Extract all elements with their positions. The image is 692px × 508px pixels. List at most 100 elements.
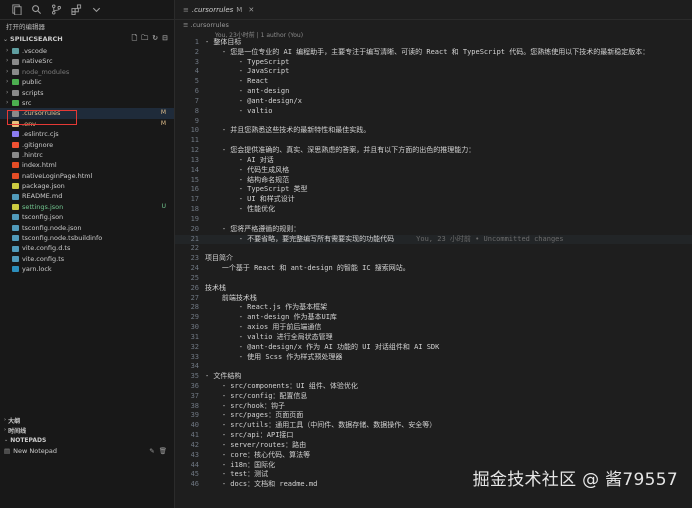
code-line[interactable]: 14 - 代码生成风格 (175, 166, 692, 176)
line-number: 24 (190, 264, 199, 273)
line-number: 5 (194, 77, 199, 86)
code-line[interactable]: 31 - valtio 进行全局状态管理 (175, 333, 692, 343)
new-folder-icon[interactable]: 🗀 (141, 34, 148, 45)
code-line[interactable]: 16 - TypeScript 类型 (175, 185, 692, 195)
code-line[interactable]: 19 (175, 215, 692, 225)
code-text: - 文件结构 (205, 372, 242, 381)
tree-item[interactable]: .hintrc (0, 150, 174, 160)
chevron-right-icon: › (4, 417, 7, 423)
code-text: - 整体目标 (205, 38, 242, 46)
code-line[interactable]: 41 - src/api：API接口 (175, 431, 692, 441)
code-text: - src/pages：页面页面 (205, 411, 304, 420)
code-line[interactable]: 23 项目简介 (175, 254, 692, 264)
code-line[interactable]: 21 - 不要省略，要完整编写所有需要实现的功能代码 You, 23 小时前 • … (175, 234, 692, 245)
tree-item[interactable]: › .vscode (0, 46, 174, 56)
code-line[interactable]: 29 - ant-design 作为基本UI库 (175, 313, 692, 323)
search-icon[interactable] (30, 4, 42, 16)
tree-item[interactable]: README.md (0, 191, 174, 201)
code-line[interactable]: 13 - AI 对话 (175, 156, 692, 166)
source-control-icon[interactable] (50, 4, 62, 16)
line-number: 25 (190, 273, 199, 282)
code-line[interactable]: 6 - ant-design (175, 87, 692, 97)
code-line[interactable]: 24 一个基于 React 和 ant-design 的智能 IC 搜索网站。 (175, 264, 692, 274)
code-line[interactable]: 22 (175, 244, 692, 254)
git-status-badge: U (161, 202, 166, 210)
code-line[interactable]: 36 - src/components：UI 组件、体验优化 (175, 382, 692, 392)
code-line[interactable]: 26 技术栈 (175, 284, 692, 294)
code-line[interactable]: 28 - React.js 作为基本框架 (175, 303, 692, 313)
tree-item[interactable]: package.json (0, 181, 174, 191)
tree-item[interactable]: vite.config.ts (0, 254, 174, 264)
code-line[interactable]: 9 (175, 117, 692, 127)
code-line[interactable]: 1 - 整体目标 (175, 38, 692, 48)
code-line[interactable]: 30 - axios 用于前后端通信 (175, 323, 692, 333)
collapse-all-icon[interactable]: ⊟ (162, 34, 168, 45)
tree-item[interactable]: tsconfig.json (0, 212, 174, 222)
code-line[interactable]: 8 - valtio (175, 107, 692, 117)
code-line[interactable]: 38 - src/hook：钩子 (175, 402, 692, 412)
tree-item[interactable]: › node_modules (0, 67, 174, 77)
code-line[interactable]: 3 - TypeScript (175, 58, 692, 68)
code-line[interactable]: 18 - 性能优化 (175, 205, 692, 215)
tree-item[interactable]: .gitignore (0, 140, 174, 150)
tree-item[interactable]: settings.json U (0, 202, 174, 212)
code-line[interactable]: 20 - 您将严格遵循的规则： (175, 225, 692, 235)
code-line[interactable]: 15 - 结构命名规范 (175, 176, 692, 186)
code-line[interactable]: 40 - src/utils：通用工具（中间件、数据存储、数据操作、安全等） (175, 421, 692, 431)
code-text: - AI 对话 (205, 155, 274, 164)
outline-panel-header[interactable]: › 大纲 (0, 415, 175, 425)
tree-item[interactable]: › public (0, 77, 174, 87)
code-line[interactable]: 34 (175, 362, 692, 372)
code-text: - 并且您熟悉这些技术的最新特性和最佳实践。 (205, 126, 371, 135)
code-line[interactable]: 10 - 并且您熟悉这些技术的最新特性和最佳实践。 (175, 126, 692, 136)
file-icon: ≡ (183, 5, 189, 14)
timeline-panel-header[interactable]: › 时间线 (0, 425, 175, 435)
code-text: - 结构命名规范 (205, 175, 290, 184)
code-area[interactable]: 1 - 整体目标 2 - 您是一位专业的 AI 编程助手，主要专注于编写清晰、可读的… (175, 38, 692, 490)
code-line[interactable]: 42 - server/routes：路由 (175, 441, 692, 451)
tree-item[interactable]: index.html (0, 160, 174, 170)
refresh-icon[interactable]: ↻ (152, 34, 158, 45)
extensions-icon[interactable] (70, 4, 82, 16)
editor-tab[interactable]: ≡ .cursorrules M ✕ (175, 0, 692, 20)
tree-item[interactable]: yarn.lock (0, 264, 174, 274)
tree-item[interactable]: tsconfig.node.tsbuildinfo (0, 233, 174, 243)
new-file-icon[interactable]: 🗋 (132, 34, 138, 45)
tree-item[interactable]: › src (0, 98, 174, 108)
tree-item[interactable]: tsconfig.node.json (0, 223, 174, 233)
file-icon: ≡ (183, 21, 189, 29)
tree-item[interactable]: .eslintrc.cjs (0, 129, 174, 139)
code-line[interactable]: 12 - 您会提供准确的、真实、深思熟虑的答案，并且有以下方面的出色的推理能力： (175, 146, 692, 156)
code-line[interactable]: 37 - src/config：配置信息 (175, 392, 692, 402)
tree-item[interactable]: vite.config.d.ts (0, 243, 174, 253)
code-line[interactable]: 43 - core：核心代码、算法等 (175, 451, 692, 461)
code-line[interactable]: 39 - src/pages：页面页面 (175, 411, 692, 421)
code-line[interactable]: 2 - 您是一位专业的 AI 编程助手，主要专注于编写清晰、可读的 React … (175, 48, 692, 58)
code-line[interactable]: 27 前端技术栈 (175, 294, 692, 304)
code-line[interactable]: 35 - 文件结构 (175, 372, 692, 382)
tree-item[interactable]: › scripts (0, 88, 174, 98)
files-icon[interactable] (10, 4, 22, 16)
trash-icon[interactable]: 🗑 (159, 447, 167, 455)
file-icon (12, 172, 19, 179)
code-line[interactable]: 5 - React (175, 77, 692, 87)
workspace-header[interactable]: ⌄ SPILICSEARCH 🗋 🗀 ↻ ⊟ (0, 33, 174, 45)
workspace-label: SPILICSEARCH (10, 35, 63, 43)
file-icon (12, 193, 19, 200)
notepad-item[interactable]: ▤ New Notepad ✎ 🗑 (0, 445, 175, 457)
tree-item[interactable]: › nativeSrc (0, 56, 174, 66)
open-editors-heading[interactable]: 打开的编辑器 (0, 21, 174, 33)
code-line[interactable]: 25 (175, 274, 692, 284)
notepads-panel-header[interactable]: ⌄ NOTEPADS (0, 435, 175, 445)
code-line[interactable]: 32 - @ant-design/x 作为 AI 功能的 UI 对话组件和 AI… (175, 343, 692, 353)
code-line[interactable]: 7 - @ant-design/x (175, 97, 692, 107)
edit-icon[interactable]: ✎ (149, 447, 154, 455)
code-line[interactable]: 4 - JavaScript (175, 67, 692, 77)
close-icon[interactable]: ✕ (248, 6, 254, 14)
chevron-down-icon[interactable] (90, 4, 102, 16)
code-line[interactable]: 33 - 使用 Scss 作为样式预处理器 (175, 353, 692, 363)
tree-item[interactable]: nativeLoginPage.html (0, 171, 174, 181)
code-line[interactable]: 11 (175, 136, 692, 146)
code-line[interactable]: 17 - UI 和样式设计 (175, 195, 692, 205)
